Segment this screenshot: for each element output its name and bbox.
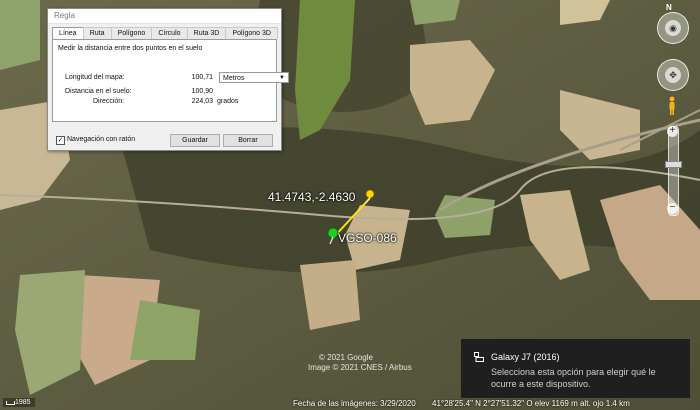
map-length-label: Longitud del mapa: — [65, 74, 125, 81]
mouse-nav-checkbox[interactable]: ✓ — [56, 136, 65, 145]
cursor-coords: 41°28'25.4" N 2°27'51.32" O elev 1169 m … — [432, 399, 630, 408]
hand-icon: ✥ — [665, 67, 681, 83]
direction-label: Dirección: — [93, 98, 125, 105]
direction-row: Dirección: 224,03 grados — [65, 98, 270, 108]
measure-coord-label: 41.4743,-2.4630 — [268, 190, 356, 204]
ruler-dialog: Regla Línea Ruta Polígono Círculo Ruta 3… — [47, 8, 289, 151]
save-button[interactable]: Guardar — [170, 134, 220, 147]
notification-body: Selecciona esta opción para elegir qué l… — [491, 367, 656, 389]
tab-ruta-3d[interactable]: Ruta 3D — [186, 27, 227, 39]
map-length-value: 100,71 — [191, 74, 213, 81]
ruler-tabs: Línea Ruta Polígono Círculo Ruta 3D Polí… — [52, 27, 279, 39]
tab-linea[interactable]: Línea — [52, 27, 84, 39]
zoom-in-icon[interactable]: + — [667, 126, 678, 137]
direction-value: 224,03 — [191, 98, 213, 105]
zoom-out-icon[interactable]: − — [667, 203, 678, 214]
unit-select[interactable]: Metros ▼ — [219, 72, 289, 83]
tab-ruta[interactable]: Ruta — [82, 27, 112, 39]
copyright-google: © 2021 Google — [319, 353, 373, 362]
notification-title: Galaxy J7 (2016) — [491, 352, 560, 362]
mouse-nav-label: Navegación con ratón — [67, 136, 136, 143]
status-bar: Fecha de las imágenes: 3/29/2020 41°28'2… — [0, 398, 700, 410]
device-notification[interactable]: Galaxy J7 (2016) Selecciona esta opción … — [461, 339, 690, 398]
zoom-slider-handle[interactable] — [665, 161, 682, 168]
ruler-panel: Medir la distancia entre dos puntos en e… — [52, 39, 289, 122]
device-icon — [474, 352, 484, 362]
ground-length-row: Distancia en el suelo: 100,90 — [65, 88, 270, 98]
tab-circulo[interactable]: Círculo — [151, 27, 188, 39]
ground-length-value: 100,90 — [191, 88, 213, 95]
eye-icon: ◉ — [665, 20, 681, 36]
ruler-description: Medir la distancia entre dos puntos en e… — [58, 45, 203, 52]
imagery-date: Fecha de las imágenes: 3/29/2020 — [293, 399, 416, 408]
compass-north-label: N — [666, 3, 672, 12]
clear-button[interactable]: Borrar — [223, 134, 273, 147]
street-view-pegman-icon[interactable] — [667, 96, 677, 116]
placemark-label[interactable]: VGSO-086 — [338, 231, 397, 245]
tab-poligono[interactable]: Polígono — [110, 27, 153, 39]
move-control[interactable]: ✥ — [657, 59, 689, 91]
ruler-title: Regla — [48, 9, 281, 24]
copyright-imagery: Image © 2021 CNES / Airbus — [308, 363, 412, 372]
tab-poligono-3d[interactable]: Polígono 3D — [225, 27, 279, 39]
unit-select-value: Metros — [223, 75, 245, 82]
map-length-row: Longitud del mapa: 100,71 Metros ▼ — [65, 72, 289, 84]
chevron-down-icon: ▼ — [279, 75, 285, 81]
ground-length-label: Distancia en el suelo: — [65, 88, 132, 95]
ruler-footer: ✓ Navegación con ratón Guardar Borrar — [48, 134, 281, 148]
look-around-control[interactable]: ◉ — [657, 12, 689, 44]
direction-unit: grados — [217, 98, 239, 105]
